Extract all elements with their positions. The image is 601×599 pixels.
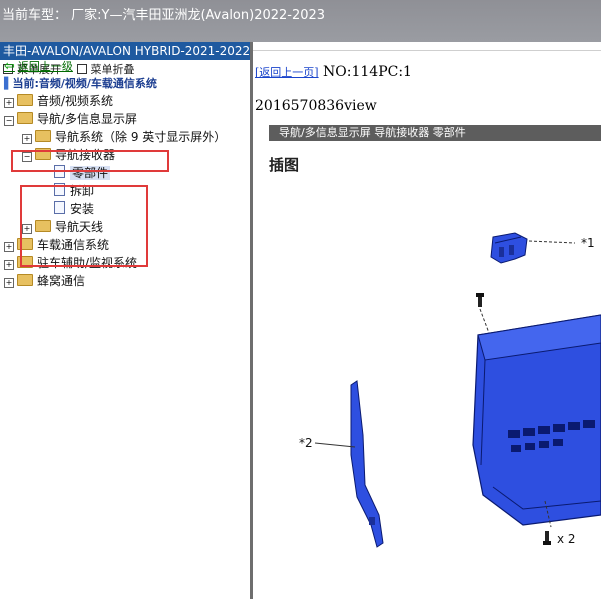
- illustration-title: 插图: [269, 156, 300, 174]
- doc-number: NO:114PC:1: [323, 64, 412, 80]
- navigation-receiver-part: [472, 314, 601, 526]
- highlight-box-receiver: [20, 185, 148, 267]
- leader-line: [314, 442, 356, 448]
- content-breadcrumb: 导航/多信息显示屏 导航接收器 零部件: [269, 125, 601, 141]
- tree-item-cellular[interactable]: + 蜂窝通信: [4, 272, 85, 290]
- screw-quantity: x 2: [557, 532, 576, 546]
- back-page-link[interactable]: [返回上一页]: [255, 66, 319, 79]
- highlight-box-navigation: [11, 150, 169, 172]
- title-bar: 当前车型： 厂家:Y—汽丰田亚洲龙(Avalon)2022-2023: [0, 0, 601, 42]
- tree-item-navigation-display[interactable]: − 导航/多信息显示屏: [4, 110, 137, 128]
- sidebar-back-link[interactable]: ⇦ 返回上一级: [4, 58, 73, 74]
- screw-icon: [476, 293, 484, 307]
- folder-icon: [17, 94, 33, 106]
- current-path: ▌当前:音频/视频/车载通信系统: [4, 77, 157, 90]
- folder-icon: [35, 130, 51, 142]
- expand-toggle-icon[interactable]: +: [4, 278, 14, 288]
- content-top-separator: [253, 42, 601, 51]
- expand-toggle-icon[interactable]: +: [22, 134, 32, 144]
- window-title: 当前车型： 厂家:Y—汽丰田亚洲龙(Avalon)2022-2023: [2, 8, 326, 23]
- doc-nav: [返回上一页] NO:114PC:1: [255, 64, 412, 80]
- doc-id: 2016570836view: [255, 98, 377, 114]
- bracket-part: [490, 232, 528, 264]
- back-arrow-icon: ⇦: [4, 59, 15, 74]
- side-bracket-part: [350, 380, 384, 548]
- tree-item-audio-video[interactable]: + 音频/视频系统: [4, 92, 113, 110]
- leader-line: [479, 308, 490, 334]
- screw-icon: [543, 531, 551, 545]
- expand-toggle-icon[interactable]: +: [4, 260, 14, 270]
- folder-open-icon: [17, 112, 33, 124]
- callout-2: *2: [299, 436, 313, 450]
- folder-icon: [17, 274, 33, 286]
- leader-line: [528, 240, 576, 244]
- expand-toggle-icon[interactable]: +: [4, 242, 14, 252]
- collapse-toggle-icon[interactable]: −: [4, 116, 14, 126]
- expand-toggle-icon[interactable]: +: [4, 98, 14, 108]
- collapse-icon: [76, 64, 87, 74]
- callout-1: *1: [581, 236, 595, 250]
- parts-illustration: *1 *2 x 2: [299, 232, 601, 548]
- tree-item-navigation-system[interactable]: + 导航系统（除 9 英寸显示屏外）: [22, 128, 226, 146]
